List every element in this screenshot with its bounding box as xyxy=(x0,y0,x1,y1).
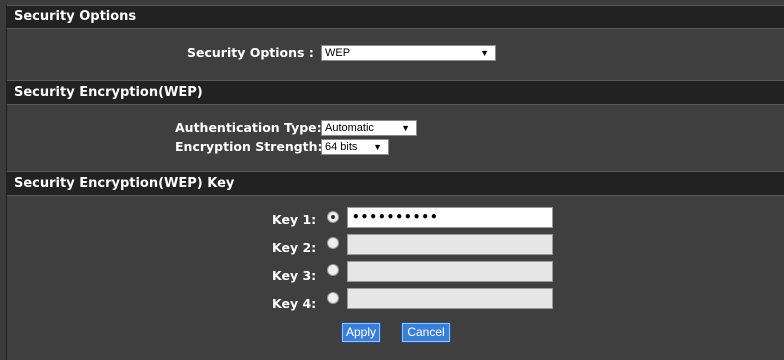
settings-panel: Security Options Security Options : WEP … xyxy=(6,5,784,360)
wep-key-header: Security Encryption(WEP) Key xyxy=(7,171,784,196)
chevron-down-icon: ▼ xyxy=(373,142,382,152)
key-3-input[interactable] xyxy=(347,261,553,282)
encryption-header: Security Encryption(WEP) xyxy=(7,80,784,105)
key-2-radio[interactable] xyxy=(327,237,339,249)
key-3-radio[interactable] xyxy=(327,264,339,276)
security-options-header: Security Options xyxy=(7,5,784,29)
authentication-type-value: Automatic xyxy=(325,122,374,134)
key-1-radio[interactable] xyxy=(327,211,339,223)
key-2-label: Key 2: xyxy=(272,240,317,255)
apply-button[interactable]: Apply xyxy=(341,322,381,343)
key-3-label: Key 3: xyxy=(272,268,317,283)
encryption-strength-label: Encryption Strength: xyxy=(175,139,323,154)
wep-key-body: Key 1: •••••••••• Key 2: Key 3: Key 4: xyxy=(7,196,784,321)
key-4-radio[interactable] xyxy=(327,292,339,304)
encryption-strength-select[interactable]: 64 bits ▼ xyxy=(321,139,389,155)
chevron-down-icon: ▼ xyxy=(401,123,410,133)
security-options-select[interactable]: WEP ▼ xyxy=(321,45,496,61)
key-1-label: Key 1: xyxy=(272,212,317,227)
encryption-body: Authentication Type: Automatic ▼ Encrypt… xyxy=(7,105,784,169)
security-options-body: Security Options : WEP ▼ xyxy=(7,29,784,71)
encryption-strength-value: 64 bits xyxy=(325,141,358,153)
key-4-input[interactable] xyxy=(347,288,553,309)
cancel-button[interactable]: Cancel xyxy=(401,322,451,343)
key-1-input[interactable]: •••••••••• xyxy=(347,207,553,228)
security-options-value: WEP xyxy=(325,47,351,59)
key-4-label: Key 4: xyxy=(272,296,317,311)
key-2-input[interactable] xyxy=(347,234,553,255)
authentication-type-label: Authentication Type: xyxy=(175,120,322,135)
security-options-label: Security Options : xyxy=(187,45,314,60)
chevron-down-icon: ▼ xyxy=(480,48,489,58)
authentication-type-select[interactable]: Automatic ▼ xyxy=(321,120,417,136)
